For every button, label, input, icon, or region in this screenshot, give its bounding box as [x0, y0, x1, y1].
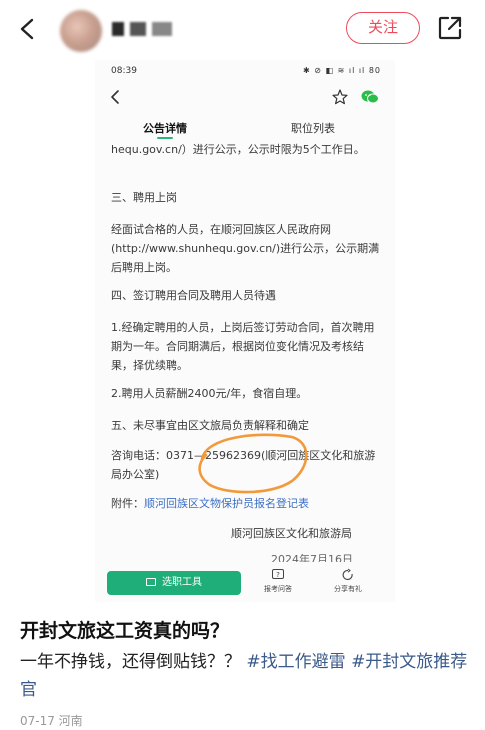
hashtag-job-avoid[interactable]: #找工作避雷	[246, 652, 345, 672]
qa-button: ? 报考问答	[253, 568, 303, 594]
inner-bottom-bar: 选职工具 ? 报考问答 分享有礼	[95, 562, 395, 602]
inner-tabs: 公告详情 职位列表	[95, 118, 395, 140]
top-bar: 关注	[0, 0, 485, 56]
phone-status-bar: 08:39 ✱ ⊘ ◧ ≋ ıl ıl 80	[95, 60, 395, 82]
follow-button[interactable]: 关注	[346, 12, 420, 44]
attachment-line: 附件：顺河回族区文物保护员报名登记表	[111, 494, 381, 513]
article-paragraph: hequ.gov.cn/）进行公示，公示时限为5个工作日。	[111, 143, 365, 156]
back-arrow-icon[interactable]	[14, 16, 42, 42]
job-tool-button: 选职工具	[107, 571, 241, 595]
contact-phone: 咨询电话：0371—25962369(顺河回族区文化和旅游局办公室)	[111, 449, 376, 481]
article-heading: 五、未尽事宜由区文旅局负责解释和确定	[111, 419, 309, 432]
job-tool-label: 选职工具	[162, 577, 202, 588]
article-heading: 三、聘用上岗	[111, 191, 177, 204]
share-icon[interactable]	[436, 14, 464, 42]
svg-text:?: ?	[276, 571, 280, 579]
article-heading: 四、签订聘用合同及聘用人员待遇	[111, 289, 276, 302]
avatar[interactable]	[60, 10, 102, 52]
share-reward-button: 分享有礼	[323, 568, 373, 594]
briefcase-icon	[146, 578, 156, 586]
question-icon: ?	[272, 569, 284, 579]
post-body-text: 一年不挣钱，还得倒贴钱？？	[20, 652, 241, 672]
attachment-label: 附件：	[111, 497, 144, 510]
embedded-screenshot[interactable]: 08:39 ✱ ⊘ ◧ ≋ ıl ıl 80 公告详情 职位列表 hequ.go…	[95, 60, 395, 602]
share-reward-icon	[342, 568, 353, 580]
post-meta: 07-17 河南	[20, 714, 83, 728]
signature: 顺河回族区文化和旅游局	[231, 527, 352, 540]
inner-back-icon	[107, 88, 123, 106]
tab-announcement-detail: 公告详情	[143, 122, 187, 139]
share-reward-label: 分享有礼	[334, 585, 362, 593]
wechat-icon	[361, 89, 379, 105]
article-paragraph: 1.经确定聘用的人员，上岗后签订劳动合同，首次聘用期为一年。合同期满后，根据岗位…	[111, 321, 375, 372]
status-icons: ✱ ⊘ ◧ ≋ ıl ıl 80	[303, 66, 381, 75]
salary-line: 2.聘用人员薪酬2400元/年，食宿自理。	[111, 387, 308, 400]
username-redacted[interactable]	[112, 20, 178, 38]
article-paragraph: 经面试合格的人员，在顺河回族区人民政府网(http://www.shunhequ…	[111, 223, 380, 274]
tab-job-list: 职位列表	[291, 122, 335, 135]
post-title: 开封文旅这工资真的吗？	[20, 620, 230, 642]
status-time: 08:39	[111, 66, 137, 76]
attachment-link: 顺河回族区文物保护员报名登记表	[144, 497, 309, 510]
post-body: 一年不挣钱，还得倒贴钱？？ #找工作避雷 #开封文旅推荐官	[20, 648, 470, 704]
star-icon	[331, 88, 349, 106]
qa-label: 报考问答	[264, 585, 292, 593]
